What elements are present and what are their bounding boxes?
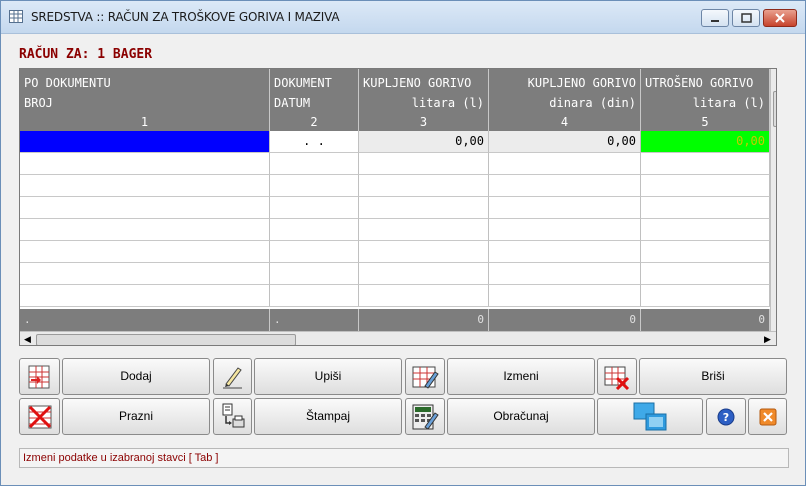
calculator-icon xyxy=(412,404,439,430)
help-button[interactable]: ? xyxy=(706,398,746,435)
calculate-button[interactable]: Obračunaj xyxy=(447,398,595,435)
print-button[interactable]: Štampaj xyxy=(254,398,402,435)
scroll-up-icon[interactable]: ▲ xyxy=(775,72,776,82)
maximize-icon xyxy=(741,13,752,23)
close-icon xyxy=(775,13,785,23)
scroll-down-icon[interactable]: ▼ xyxy=(775,317,776,327)
svg-text:?: ? xyxy=(723,411,729,424)
table-row[interactable] xyxy=(20,263,770,285)
window-title: SREDSTVA :: RAČUN ZA TROŠKOVE GORIVA I M… xyxy=(31,10,340,24)
scroll-left-icon[interactable]: ◀ xyxy=(24,334,31,345)
clear-table-icon xyxy=(28,405,51,428)
table-row[interactable] xyxy=(20,285,770,307)
account-heading: RAČUN ZA: 1 BAGER xyxy=(19,47,153,62)
grid-totals-row: . . 0 0 0 xyxy=(20,309,770,331)
clear-icon-button[interactable] xyxy=(19,398,60,435)
calculate-icon-button[interactable] xyxy=(405,398,445,435)
column-header-2[interactable]: DOKUMENT DATUM 2 xyxy=(270,69,359,131)
bought-dinars-cell[interactable]: 0,00 xyxy=(489,131,641,153)
app-window: SREDSTVA :: RAČUN ZA TROŠKOVE GORIVA I M… xyxy=(0,0,806,486)
fuel-grid: PO DOKUMENTU BROJ 1 DOKUMENT DATUM 2 KUP… xyxy=(19,68,777,346)
total-cell-5: 0 xyxy=(641,309,770,331)
vertical-scroll-thumb[interactable] xyxy=(773,91,776,127)
print-icon xyxy=(222,403,244,427)
total-cell-4: 0 xyxy=(489,309,641,331)
selected-cell[interactable] xyxy=(20,131,270,153)
clear-button[interactable]: Prazni xyxy=(62,398,210,435)
column-header-3[interactable]: KUPLJENO GORIVO litara (l) 3 xyxy=(359,69,489,131)
table-row[interactable] xyxy=(20,197,770,219)
close-icon xyxy=(759,408,776,425)
add-icon-button[interactable] xyxy=(19,358,60,395)
total-cell-3: 0 xyxy=(359,309,489,331)
write-icon-button[interactable] xyxy=(213,358,252,395)
add-button[interactable]: Dodaj xyxy=(62,358,210,395)
help-icon: ? xyxy=(717,408,735,425)
edit-icon-button[interactable] xyxy=(405,358,445,395)
bought-liters-cell[interactable]: 0,00 xyxy=(359,131,489,153)
edit-button[interactable]: Izmeni xyxy=(447,358,595,395)
vertical-scrollbar[interactable]: ▲ ▼ xyxy=(770,69,776,331)
exit-button[interactable] xyxy=(748,398,787,435)
table-row[interactable] xyxy=(20,241,770,263)
table-row[interactable]: . . 0,00 0,00 0,00 xyxy=(20,131,770,153)
write-button[interactable]: Upiši xyxy=(254,358,402,395)
add-row-icon xyxy=(28,365,49,388)
horizontal-scroll-thumb[interactable] xyxy=(36,334,296,345)
table-row[interactable] xyxy=(20,219,770,241)
table-row[interactable] xyxy=(20,175,770,197)
minimize-button[interactable] xyxy=(701,9,729,27)
table-row[interactable] xyxy=(20,153,770,175)
app-table-icon xyxy=(9,10,23,23)
windows-button[interactable] xyxy=(597,398,703,435)
print-icon-button[interactable] xyxy=(213,398,252,435)
delete-row-icon xyxy=(604,366,630,390)
delete-icon-button[interactable] xyxy=(597,358,637,395)
column-header-4[interactable]: KUPLJENO GORIVO dinara (din) 4 xyxy=(489,69,641,131)
status-bar: Izmeni podatke u izabranoj stavci [ Tab … xyxy=(19,448,789,468)
grid-header: PO DOKUMENTU BROJ 1 DOKUMENT DATUM 2 KUP… xyxy=(20,69,770,131)
title-bar: SREDSTVA :: RAČUN ZA TROŠKOVE GORIVA I M… xyxy=(1,1,805,34)
used-liters-cell[interactable]: 0,00 xyxy=(641,131,770,153)
maximize-button[interactable] xyxy=(732,9,760,27)
pencil-icon xyxy=(222,366,242,388)
minimize-icon xyxy=(711,20,719,22)
horizontal-scrollbar[interactable]: ◀ ▶ xyxy=(20,331,776,345)
date-cell[interactable]: . . xyxy=(270,131,359,153)
edit-table-icon xyxy=(412,366,439,389)
total-cell-2: . xyxy=(270,309,359,331)
scroll-right-icon[interactable]: ▶ xyxy=(764,334,771,345)
column-header-5[interactable]: UTROŠENO GORIVO litara (l) 5 xyxy=(641,69,770,131)
delete-button[interactable]: Briši xyxy=(639,358,787,395)
total-cell-1: . xyxy=(20,309,270,331)
column-header-1[interactable]: PO DOKUMENTU BROJ 1 xyxy=(20,69,270,131)
windows-icon xyxy=(633,402,667,430)
close-window-button[interactable] xyxy=(763,9,797,27)
